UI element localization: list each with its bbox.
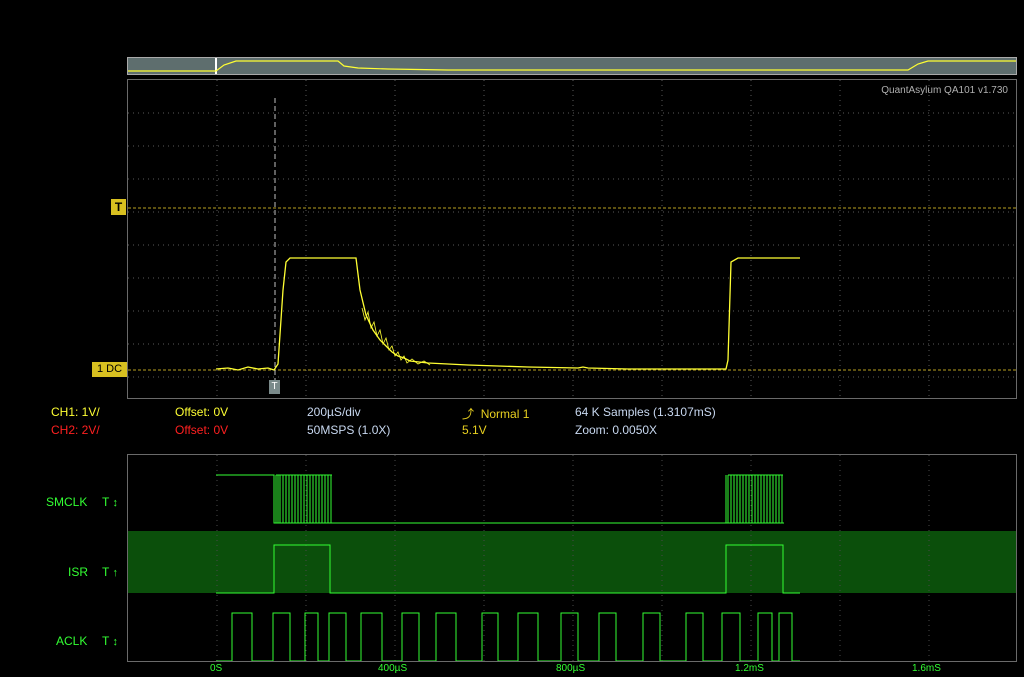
ch1-scale[interactable]: CH1: 1V/ xyxy=(51,405,100,419)
trigger-mode[interactable]: ⤴ Normal 1 xyxy=(462,405,529,422)
isr-trace xyxy=(216,544,800,594)
ch1-offset[interactable]: Offset: 0V xyxy=(175,405,228,419)
scope-grid xyxy=(128,80,1016,398)
either-edge-icon: ↕ xyxy=(112,497,118,509)
logic-channel-aclk[interactable]: ACLK xyxy=(56,634,87,648)
time-axis-label: 1.6mS xyxy=(912,663,941,674)
rising-edge-icon: ⤴ xyxy=(462,407,475,421)
time-axis-label: 0S xyxy=(210,663,223,674)
sample-rate[interactable]: 50MSPS (1.0X) xyxy=(307,423,390,437)
logic-channel-smclk[interactable]: SMCLK xyxy=(46,495,87,509)
trigger-level-marker[interactable]: T xyxy=(111,199,126,215)
ch1-trace xyxy=(215,257,800,371)
app-version-label: QuantAsylum QA101 v1.730 xyxy=(881,85,1008,96)
logic-trigger-smclk[interactable]: T ↕ xyxy=(102,495,118,509)
time-axis-label: 400µS xyxy=(378,663,408,674)
time-axis-label: 1.2mS xyxy=(735,663,764,674)
ch2-scale[interactable]: CH2: 2V/ xyxy=(51,423,100,437)
logic-trigger-isr[interactable]: T ↑ xyxy=(102,565,118,579)
aclk-trace xyxy=(216,612,800,661)
time-axis-label: 800µS xyxy=(556,663,586,674)
logic-display[interactable] xyxy=(127,454,1017,662)
ch1-trace-noise xyxy=(361,307,431,366)
logic-graph xyxy=(216,455,930,661)
logic-channel-isr[interactable]: ISR xyxy=(68,565,88,579)
overview-trace xyxy=(128,60,1016,72)
ch2-offset[interactable]: Offset: 0V xyxy=(175,423,228,437)
logic-trigger-aclk[interactable]: T ↕ xyxy=(102,634,118,648)
timebase[interactable]: 200µS/div xyxy=(307,405,361,419)
trigger-level[interactable]: 5.1V xyxy=(462,423,487,437)
either-edge-icon: ↕ xyxy=(112,636,118,648)
rising-arrow-icon: ↑ xyxy=(112,567,118,579)
smclk-burst-1 xyxy=(275,474,332,523)
scope-graph xyxy=(128,80,1016,398)
overview-strip[interactable] xyxy=(127,57,1017,75)
sample-count: 64 K Samples (1.3107mS) xyxy=(575,405,716,419)
ch1-offset-marker[interactable]: 1 DC xyxy=(92,362,127,377)
scope-display[interactable]: QuantAsylum QA101 v1.730 xyxy=(127,79,1017,399)
zoom-level[interactable]: Zoom: 0.0050X xyxy=(575,423,657,437)
trigger-position-marker[interactable]: T xyxy=(269,380,280,394)
smclk-burst-2 xyxy=(727,474,783,523)
